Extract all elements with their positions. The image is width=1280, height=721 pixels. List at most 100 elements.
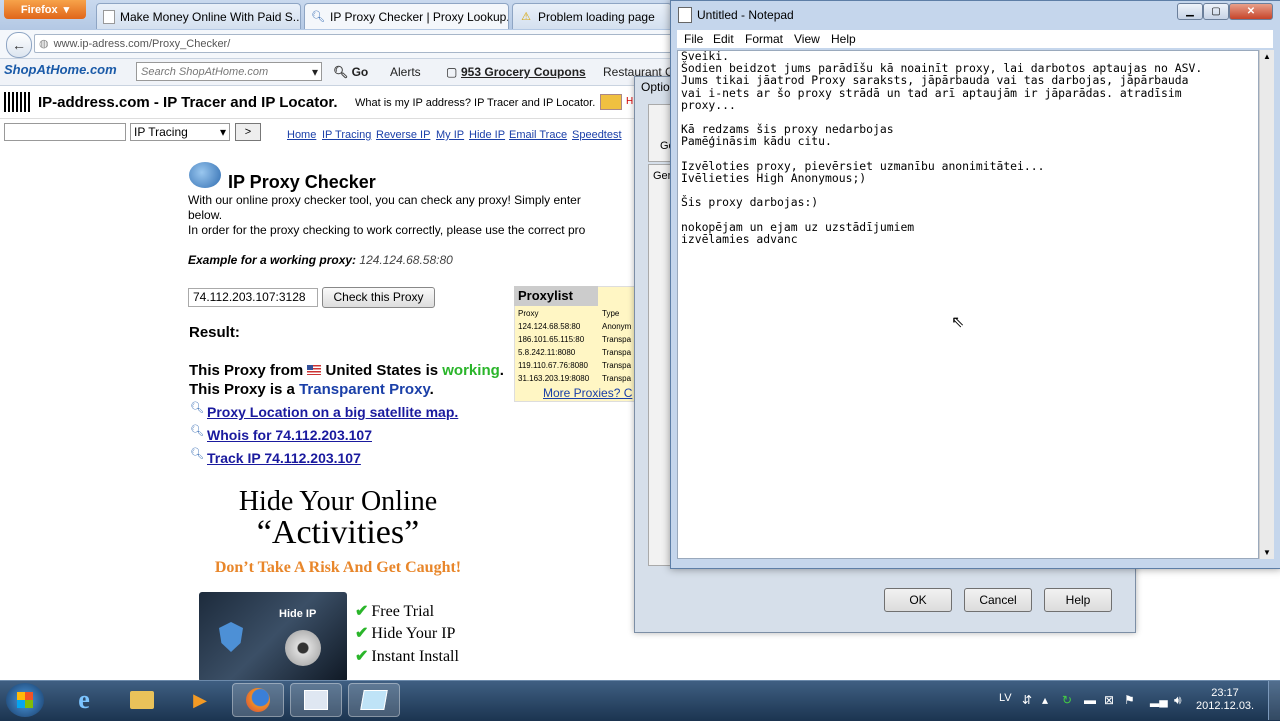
proxy-input[interactable]: 74.112.203.107:3128	[188, 288, 318, 307]
scroll-up-icon[interactable]: ▲	[1263, 52, 1271, 61]
example-label: Example for a working proxy:	[188, 253, 357, 267]
shopathome-search-input[interactable]: Search ShopAtHome.com	[136, 62, 322, 81]
site-title[interactable]: IP-address.com - IP Tracer and IP Locato…	[38, 94, 338, 111]
nav-hide-ip[interactable]: Hide IP	[469, 129, 505, 141]
cancel-button[interactable]: Cancel	[964, 588, 1032, 612]
proxylist-header: Proxy Type	[518, 309, 619, 318]
more-proxies-link[interactable]: More Proxies? C	[543, 386, 632, 400]
result-line-1: This Proxy from United States is working…	[189, 362, 504, 379]
vertical-scrollbar[interactable]: ▲ ▼	[1259, 50, 1274, 559]
network-icon[interactable]: ▂▄	[1150, 693, 1168, 707]
shield-icon	[219, 622, 243, 652]
tray-arrow-icon[interactable]: ▴	[1042, 693, 1048, 707]
proxylist-row[interactable]: 124.124.68.58:80 Anonym	[518, 322, 631, 331]
safely-remove-icon[interactable]: ⊠	[1104, 693, 1114, 707]
magnifier-icon: 🔍︎	[190, 402, 204, 414]
nav-home[interactable]: Home	[287, 129, 316, 141]
proxylist-title: Proxylist	[514, 286, 598, 306]
language-indicator[interactable]: LV	[999, 692, 1012, 704]
explorer-taskbar-button[interactable]	[116, 683, 168, 717]
barcode-logo-icon	[4, 92, 32, 112]
notepad-text[interactable]: Sveiki. Šodien beidzot jums parādīšu kā …	[681, 50, 1256, 245]
minimize-icon: ▁	[1186, 6, 1194, 17]
proxylist-row[interactable]: 186.101.65.115:80 Transpa	[518, 335, 631, 344]
action-center-icon[interactable]: ⚑	[1124, 693, 1135, 707]
notification-text-icon: H	[626, 96, 634, 107]
product-name: Hide IP	[279, 608, 317, 620]
proxylist-row[interactable]: 5.8.242.11:8080 Transpa	[518, 348, 631, 357]
sync-icon[interactable]: ↻	[1062, 693, 1072, 707]
menu-view[interactable]: View	[794, 32, 820, 46]
page-heading: IP Proxy Checker	[228, 172, 376, 192]
close-button[interactable]: ✕	[1229, 3, 1273, 20]
track-ip-link[interactable]: Track IP 74.112.203.107	[207, 450, 361, 466]
back-button[interactable]: ←	[6, 32, 32, 58]
menu-edit[interactable]: Edit	[713, 32, 734, 46]
satellite-map-link[interactable]: Proxy Location on a big satellite map.	[207, 404, 458, 420]
globe-icon	[189, 162, 221, 188]
proxylist-row[interactable]: 119.110.67.76:8080 Transpa	[518, 361, 631, 370]
result-text: is	[425, 362, 439, 379]
notepad-taskbar-button[interactable]	[348, 683, 400, 717]
nav-ip-tracing[interactable]: IP Tracing	[322, 129, 371, 141]
search-go-button[interactable]: >	[235, 123, 261, 141]
nav-speedtest[interactable]: Speedtest	[572, 129, 622, 141]
usb-icon[interactable]: ⇵	[1022, 693, 1032, 707]
clock-date: 2012.12.03.	[1196, 700, 1255, 712]
menu-help[interactable]: Help	[831, 32, 856, 46]
menu-file[interactable]: File	[684, 32, 703, 46]
alerts-button[interactable]: Alerts	[390, 65, 421, 79]
checkmark-icon: ✔	[355, 603, 369, 620]
search-type-select[interactable]: IP Tracing ▾	[130, 123, 230, 141]
check-proxy-button[interactable]: Check this Proxy	[322, 287, 435, 308]
warning-icon: ⚠	[521, 11, 531, 23]
feature-item: ✔ Hide Your IP	[355, 625, 456, 642]
intro-text: With our online proxy checker tool, you …	[188, 193, 581, 207]
site-subtitle: What is my IP address? IP Tracer and IP …	[355, 97, 596, 109]
clock[interactable]: 23:17 2012.12.03.	[1196, 687, 1254, 713]
tab-label: Make Money Online With Paid S...	[120, 9, 301, 24]
tab-ip-proxy-checker[interactable]: 🔍︎ IP Proxy Checker | Proxy Lookup... ✕	[304, 3, 509, 29]
scroll-down-icon[interactable]: ▼	[1263, 548, 1271, 557]
ie-icon: e	[78, 685, 90, 714]
ok-button[interactable]: OK	[884, 588, 952, 612]
dropdown-arrow-icon[interactable]: ▾	[312, 65, 318, 79]
ip-search-input[interactable]	[4, 123, 126, 141]
firefox-menu-button[interactable]: Firefox ▾	[4, 0, 86, 19]
checkmark-icon: ✔	[355, 648, 369, 665]
nav-my-ip[interactable]: My IP	[436, 129, 464, 141]
result-label: Result:	[189, 324, 240, 341]
dialog-taskbar-button[interactable]	[290, 683, 342, 717]
result-status: working	[442, 362, 500, 379]
show-desktop-button[interactable]	[1268, 681, 1280, 720]
tab-make-money[interactable]: Make Money Online With Paid S... ✕	[96, 3, 301, 29]
back-arrow-icon: ←	[12, 37, 26, 53]
tab-problem-loading[interactable]: ⚠ Problem loading page	[512, 3, 672, 29]
maximize-button[interactable]: ▢	[1203, 3, 1229, 20]
start-button[interactable]	[6, 683, 44, 717]
menu-format[interactable]: Format	[745, 32, 783, 46]
media-player-taskbar-button[interactable]: ▶	[174, 683, 226, 717]
windows-logo-icon	[17, 692, 33, 708]
nav-reverse-ip[interactable]: Reverse IP	[376, 129, 430, 141]
dropdown-arrow-icon: ▾	[219, 125, 226, 139]
magnifier-icon: 🔍︎	[190, 448, 204, 460]
proxylist-row[interactable]: 31.163.203.19:8080 Transpa	[518, 374, 631, 383]
grocery-coupons-link[interactable]: 953 Grocery Coupons	[461, 65, 586, 79]
nav-email-trace[interactable]: Email Trace	[509, 129, 567, 141]
ad-tagline: Don’t Take A Risk And Get Caught!	[214, 559, 462, 576]
go-button[interactable]: 🔍︎ Go	[333, 65, 368, 79]
volume-icon[interactable]: 🔊︎	[1174, 693, 1182, 708]
whois-link[interactable]: Whois for 74.112.203.107	[207, 427, 372, 443]
intro-text: In order for the proxy checking to work …	[188, 223, 586, 237]
internet-explorer-taskbar-button[interactable]: e	[58, 683, 110, 717]
firefox-taskbar-button[interactable]	[232, 683, 284, 717]
example-proxy: Example for a working proxy: 124.124.68.…	[188, 253, 453, 267]
help-button[interactable]: Help	[1044, 588, 1112, 612]
dropdown-arrow-icon: ▾	[63, 4, 70, 16]
hide-ip-product-image[interactable]: Hide IP	[199, 592, 347, 682]
minimize-button[interactable]: ▁	[1177, 3, 1203, 20]
shopathome-logo[interactable]: ShopAtHome.com	[4, 62, 117, 77]
flag-icon[interactable]: ▬	[1084, 693, 1096, 707]
address-bar[interactable]: ◍ www.ip-adress.com/Proxy_Checker/	[34, 34, 674, 53]
